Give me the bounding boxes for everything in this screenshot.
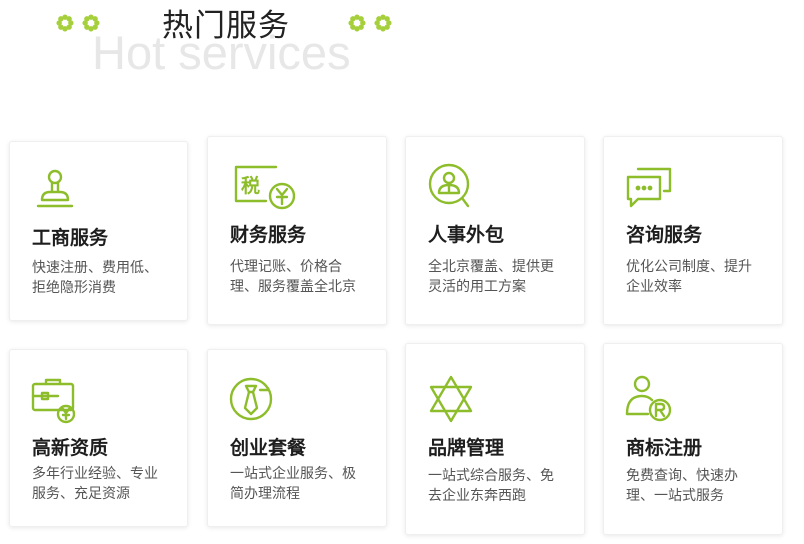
service-card-finance[interactable]: 税 财务服务 代理记账、价格合理、服务覆盖全北京 [207, 136, 387, 325]
service-card-consulting[interactable]: 咨询服务 优化公司制度、提升企业效率 [603, 136, 783, 325]
person-search-icon [428, 163, 470, 208]
flower-icon [374, 14, 392, 32]
service-desc: 全北京覆盖、提供更灵活的用工方案 [428, 259, 554, 295]
stamp-icon [36, 169, 74, 208]
service-name: 品牌管理 [428, 437, 505, 459]
service-desc: 代理记账、价格合理、服务覆盖全北京 [230, 259, 356, 295]
service-card-startup[interactable]: 创业套餐 一站式企业服务、极简办理流程 [207, 349, 387, 527]
flower-icon [348, 14, 366, 32]
section-title: 热门服务 [162, 8, 290, 44]
svg-text:税: 税 [241, 174, 260, 197]
service-name: 财务服务 [230, 224, 307, 246]
service-card-hr[interactable]: 人事外包 全北京覆盖、提供更灵活的用工方案 [405, 136, 585, 325]
service-desc: 免费查询、快速办理、一站式服务 [626, 468, 738, 504]
briefcase-icon [31, 378, 76, 424]
service-desc: 多年行业经验、专业服务、充足资源 [32, 466, 158, 502]
service-name: 商标注册 [626, 437, 703, 459]
star-icon [429, 375, 473, 423]
service-card-business[interactable]: 工商服务 快速注册、费用低、拒绝隐形消费 [9, 141, 188, 321]
service-card-hightech[interactable]: 高新资质 多年行业经验、专业服务、充足资源 [9, 349, 188, 527]
service-name: 人事外包 [428, 224, 505, 246]
service-card-trademark[interactable]: 商标注册 免费查询、快速办理、一站式服务 [603, 343, 783, 535]
chat-icon [626, 167, 672, 208]
tax-icon: 税 [234, 165, 296, 210]
service-name: 创业套餐 [230, 437, 307, 459]
service-name: 咨询服务 [626, 224, 703, 246]
tie-icon [229, 377, 273, 421]
service-name: 高新资质 [32, 437, 109, 459]
trademark-icon [625, 375, 672, 422]
service-desc: 一站式综合服务、免去企业东奔西跑 [428, 468, 554, 504]
service-desc: 一站式企业服务、极简办理流程 [230, 466, 356, 502]
service-desc: 快速注册、费用低、拒绝隐形消费 [32, 260, 158, 296]
section-header: Hot services 热门服务 [0, 0, 804, 90]
service-card-brand[interactable]: 品牌管理 一站式综合服务、免去企业东奔西跑 [405, 343, 585, 535]
service-desc: 优化公司制度、提升企业效率 [626, 259, 752, 295]
service-name: 工商服务 [32, 227, 109, 249]
flower-icon [56, 14, 74, 32]
